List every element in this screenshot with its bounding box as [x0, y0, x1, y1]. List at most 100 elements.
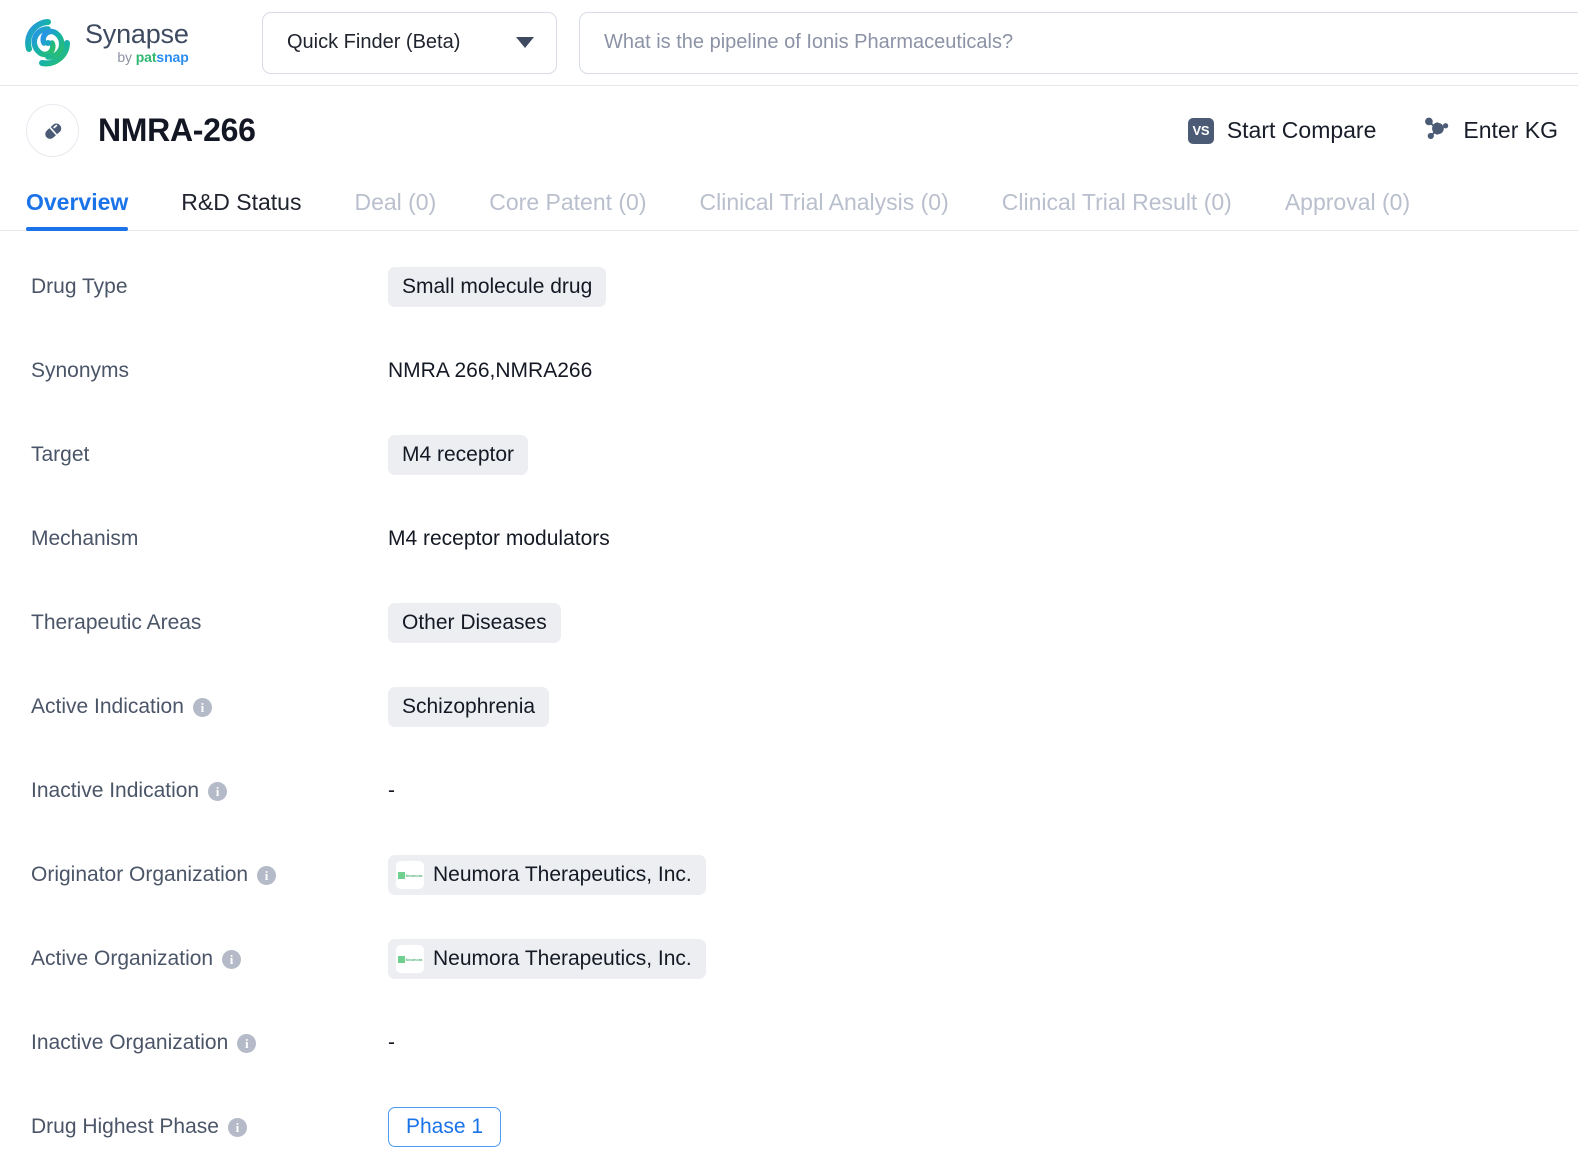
value-text: M4 receptor modulators	[388, 527, 610, 550]
detail-value-group: M4 receptor modulators	[388, 527, 610, 551]
detail-label: Target	[31, 443, 90, 466]
tab-overview[interactable]: Overview	[26, 189, 129, 231]
value-empty-dash: -	[388, 779, 395, 802]
detail-value-group: Small molecule drug	[388, 267, 607, 307]
detail-value-group: -	[388, 1031, 395, 1055]
info-icon[interactable]: i	[257, 865, 277, 885]
value-text: NMRA 266,NMRA266	[388, 359, 593, 382]
title-actions: VS Start Compare Enter KG	[1187, 113, 1558, 148]
detail-value-group: -	[388, 779, 395, 803]
detail-row: Mechanism M4 receptor modulators	[0, 497, 1578, 581]
detail-label-group: Active Indication i	[31, 695, 388, 719]
detail-label-group: Inactive Organization i	[31, 1031, 388, 1055]
value-chip[interactable]: M4 receptor	[388, 435, 529, 475]
detail-value-group: Schizophrenia	[388, 687, 550, 727]
enter-kg-label: Enter KG	[1463, 117, 1558, 143]
detail-label-group: Originator Organization i	[31, 863, 388, 887]
synapse-swirl-logo-icon	[22, 17, 74, 69]
tab-approval-0[interactable]: Approval (0)	[1285, 189, 1410, 230]
detail-label-group: Active Organization i	[31, 947, 388, 971]
detail-label: Inactive Organization	[31, 1031, 229, 1054]
detail-label: Therapeutic Areas	[31, 611, 202, 634]
value-empty-dash: -	[388, 1031, 395, 1054]
detail-label-group: Inactive Indication i	[31, 779, 388, 803]
organization-name: Neumora Therapeutics, Inc.	[433, 863, 692, 886]
top-bar: Synapse by patsnap Quick Finder (Beta)	[0, 0, 1578, 86]
detail-row: Active Organization i Neumora Neumora Thera…	[0, 917, 1578, 1001]
organization-name: Neumora Therapeutics, Inc.	[433, 947, 692, 970]
detail-value-group: Neumora Neumora Therapeutics, Inc.	[388, 939, 706, 979]
search-bar-wrapper	[579, 11, 1578, 74]
vs-badge-icon: VS	[1187, 117, 1214, 144]
value-chip[interactable]: Schizophrenia	[388, 687, 550, 727]
neumora-mark-icon	[397, 871, 405, 879]
detail-label: Inactive Indication	[31, 779, 200, 802]
tab-r-d-status[interactable]: R&D Status	[181, 189, 301, 230]
detail-row: Drug Type Small molecule drug	[0, 245, 1578, 329]
detail-value-group: Phase 1	[388, 1107, 502, 1147]
brand-sub-pat: pat	[135, 49, 157, 65]
start-compare-button[interactable]: VS Start Compare	[1187, 117, 1377, 144]
detail-row: Target M4 receptor	[0, 413, 1578, 497]
knowledge-graph-icon	[1420, 113, 1450, 148]
detail-label-group: Drug Type	[31, 275, 388, 299]
detail-label-group: Target	[31, 443, 388, 467]
tab-clinical-trial-analysis-0[interactable]: Clinical Trial Analysis (0)	[700, 189, 949, 230]
detail-row: Active Indication i Schizophrenia	[0, 665, 1578, 749]
detail-label-group: Therapeutic Areas	[31, 611, 388, 635]
info-icon[interactable]: i	[222, 949, 242, 969]
organization-chip[interactable]: Neumora Neumora Therapeutics, Inc.	[388, 939, 706, 979]
brand-logo-group[interactable]: Synapse by patsnap	[0, 17, 262, 69]
detail-value-group: M4 receptor	[388, 435, 529, 475]
pill-capsule-icon	[26, 104, 79, 157]
detail-label: Originator Organization	[31, 863, 249, 886]
detail-label: Drug Type	[31, 275, 128, 298]
enter-kg-button[interactable]: Enter KG	[1420, 113, 1558, 148]
overview-details: Drug Type Small molecule drug Synonyms NMRA…	[0, 231, 1578, 1169]
detail-value-group: Other Diseases	[388, 603, 561, 643]
organization-logo-icon: Neumora	[395, 944, 425, 974]
tab-deal-0[interactable]: Deal (0)	[354, 189, 436, 230]
value-chip[interactable]: Other Diseases	[388, 603, 561, 643]
neumora-mark-icon	[397, 955, 405, 963]
detail-row: Inactive Indication i -	[0, 749, 1578, 833]
quick-finder-dropdown[interactable]: Quick Finder (Beta)	[262, 11, 557, 74]
start-compare-label: Start Compare	[1226, 117, 1377, 143]
search-input[interactable]	[579, 11, 1578, 74]
detail-label: Active Organization	[31, 947, 214, 970]
brand-name: Synapse	[85, 19, 189, 49]
info-icon[interactable]: i	[237, 1033, 257, 1053]
detail-label-group: Mechanism	[31, 527, 388, 551]
tab-clinical-trial-result-0[interactable]: Clinical Trial Result (0)	[1002, 189, 1232, 230]
tab-bar: Overview R&D Status Deal (0) Core Patent (0…	[0, 175, 1578, 231]
value-chip[interactable]: Small molecule drug	[388, 267, 607, 307]
brand-sub-by: by	[117, 49, 136, 65]
detail-value-group: Neumora Neumora Therapeutics, Inc.	[388, 855, 706, 895]
info-icon[interactable]: i	[208, 781, 228, 801]
organization-logo-icon: Neumora	[395, 860, 425, 890]
detail-label: Drug Highest Phase	[31, 1115, 219, 1138]
detail-label-group: Synonyms	[31, 359, 388, 383]
tab-core-patent-0[interactable]: Core Patent (0)	[489, 189, 646, 230]
quick-finder-label: Quick Finder (Beta)	[287, 31, 461, 53]
info-icon[interactable]: i	[192, 697, 212, 717]
detail-row: Synonyms NMRA 266,NMRA266	[0, 329, 1578, 413]
detail-label: Synonyms	[31, 359, 130, 382]
drug-highest-phase-button[interactable]: Phase 1	[388, 1107, 502, 1147]
detail-label: Mechanism	[31, 527, 139, 550]
detail-label: Active Indication	[31, 695, 184, 718]
detail-row: Originator Organization i Neumora Neumora T…	[0, 833, 1578, 917]
organization-logo-wordmark: Neumora	[405, 872, 423, 878]
brand-sub-snap: snap	[156, 49, 189, 65]
brand-subtitle: by patsnap	[85, 49, 189, 65]
info-icon[interactable]: i	[227, 1117, 247, 1137]
page-title: NMRA-266	[98, 112, 256, 148]
detail-label-group: Drug Highest Phase i	[31, 1115, 388, 1139]
chevron-down-icon	[516, 37, 534, 48]
organization-logo-wordmark: Neumora	[405, 956, 423, 962]
drug-title-bar: NMRA-266 VS Start Compare Enter KG	[0, 86, 1578, 175]
detail-row: Inactive Organization i -	[0, 1001, 1578, 1085]
organization-chip[interactable]: Neumora Neumora Therapeutics, Inc.	[388, 855, 706, 895]
detail-value-group: NMRA 266,NMRA266	[388, 359, 592, 383]
detail-row: Drug Highest Phase i Phase 1	[0, 1085, 1578, 1169]
